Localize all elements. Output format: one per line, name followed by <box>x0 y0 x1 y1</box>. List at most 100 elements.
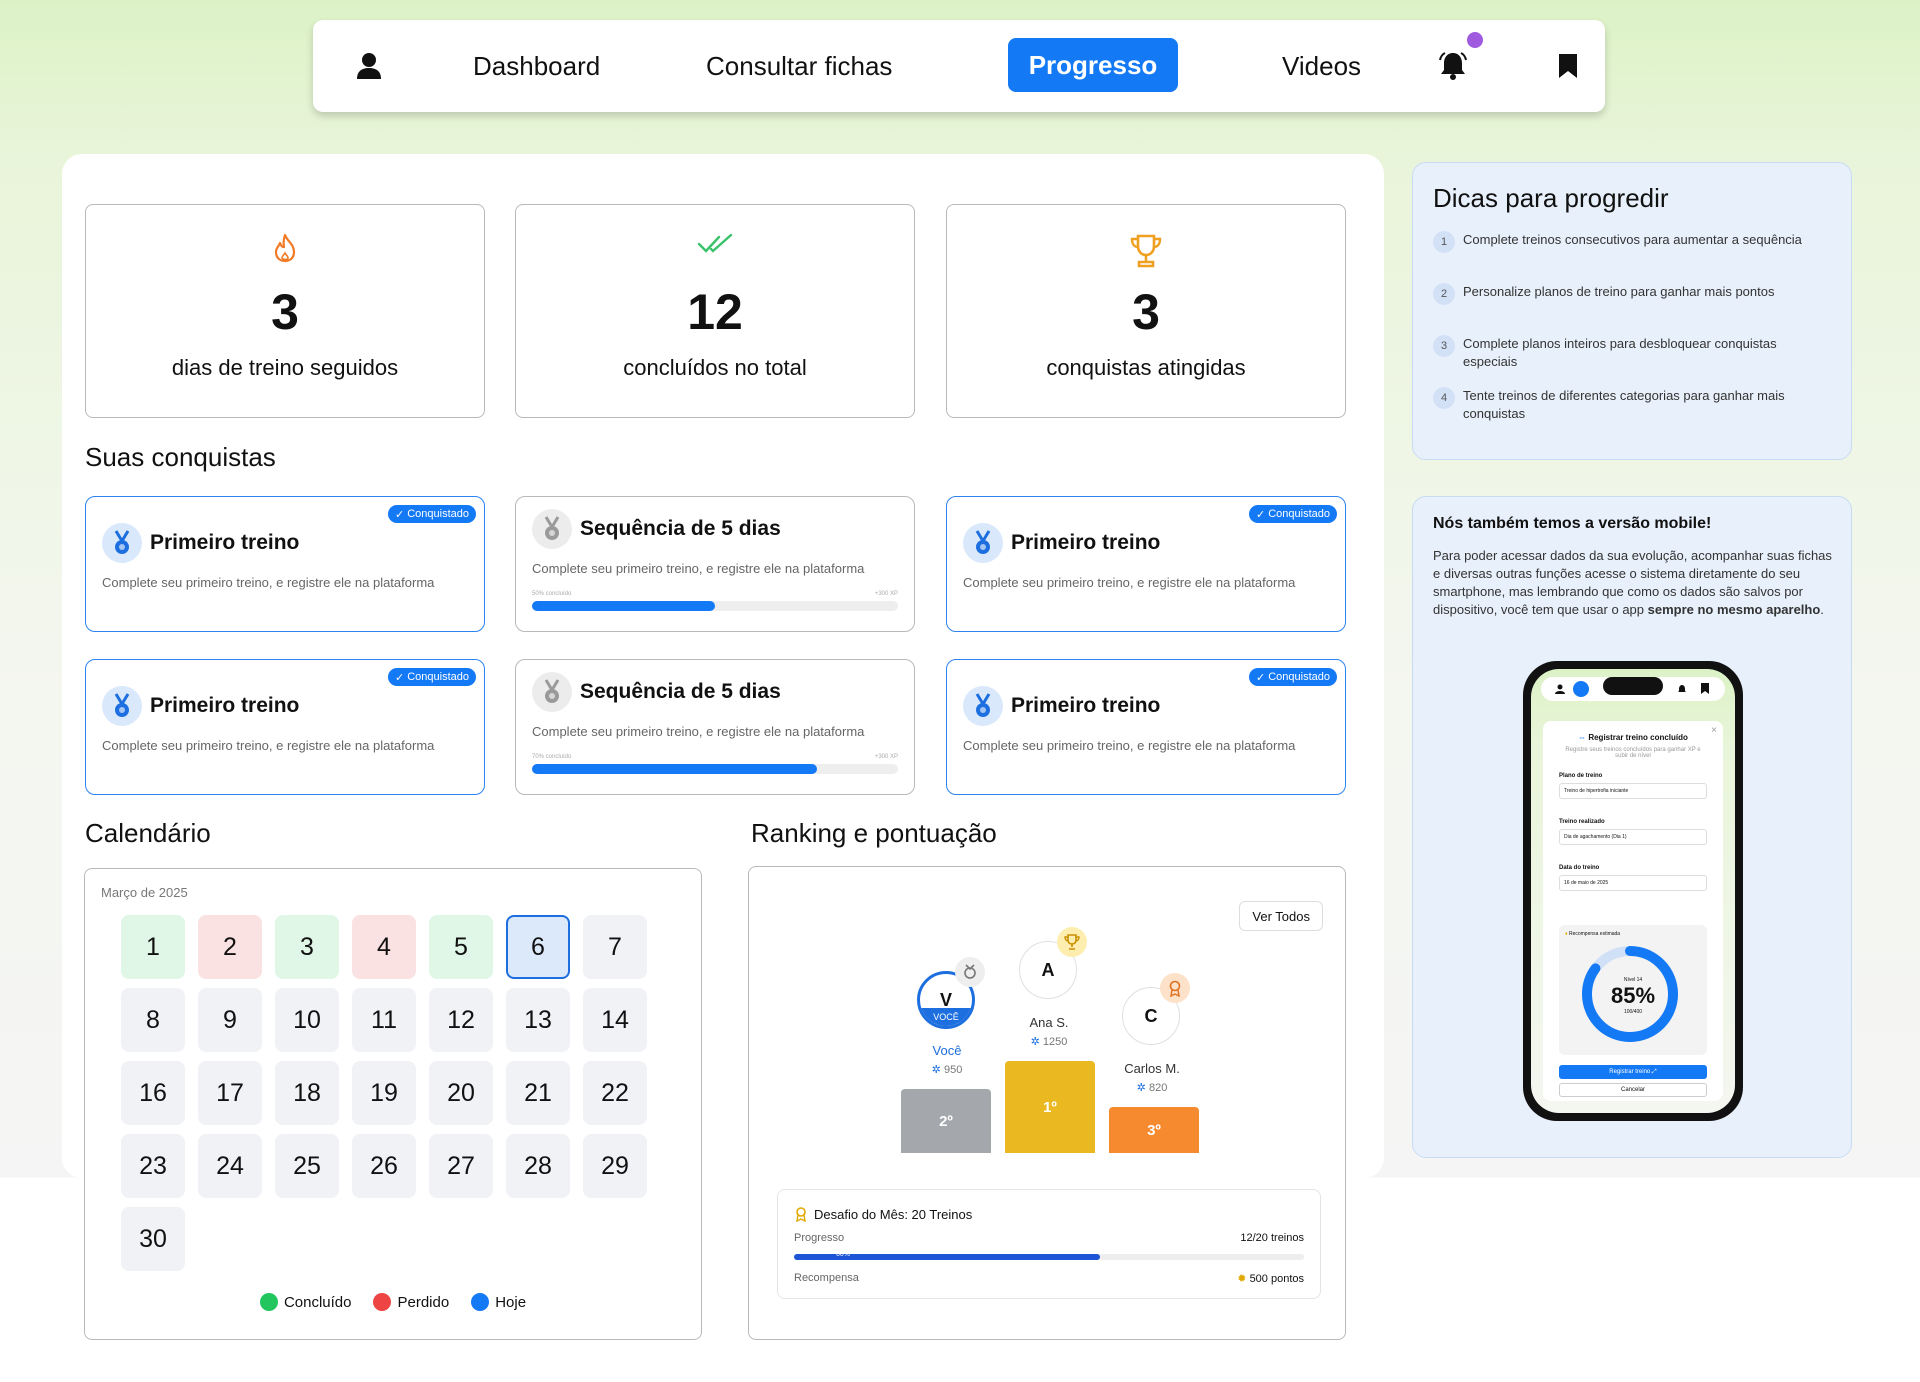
medal-icon <box>963 686 1003 726</box>
bookmark-icon <box>1559 54 1577 78</box>
legend-item-done: Concluído <box>259 1293 352 1311</box>
notifications-button[interactable] <box>1433 20 1483 112</box>
podium-first: 1º <box>1005 1061 1095 1153</box>
achievement-desc: Complete seu primeiro treino, e registre… <box>963 738 1296 753</box>
calendar-day[interactable]: 19 <box>352 1061 416 1125</box>
achievement-card[interactable]: Primeiro treino Complete seu primeiro tre… <box>946 659 1346 795</box>
user-icon <box>357 53 381 79</box>
calendar-title: Calendário <box>85 818 211 848</box>
tip-item: 2 Personalize planos de treino para ganha… <box>1433 283 1833 305</box>
nav-progresso[interactable]: Progresso <box>1008 38 1178 92</box>
calendar-day[interactable]: 27 <box>429 1134 493 1198</box>
achievement-title: Primeiro treino <box>1011 531 1161 554</box>
stat-label: concluídos no total <box>623 355 807 380</box>
achievements-title: Suas conquistas <box>85 442 276 472</box>
calendar-day[interactable]: 16 <box>121 1061 185 1125</box>
legend-dot <box>259 1293 278 1311</box>
calendar-day[interactable]: 29 <box>583 1134 647 1198</box>
silver-medal-icon <box>955 957 985 987</box>
calendar-day[interactable]: 28 <box>506 1134 570 1198</box>
medal-icon <box>102 686 142 726</box>
top-nav: Dashboard Consultar fichas Progresso Vid… <box>313 20 1605 112</box>
avatar-initial: C <box>1144 1005 1158 1026</box>
legend-label: Hoje <box>495 1293 527 1311</box>
stat-total: 12 concluídos no total <box>515 204 915 418</box>
challenge-progress-row: Progresso 12/20 treinos <box>794 1232 1304 1244</box>
tip-item: 4 Tente treinos de diferentes categorias … <box>1433 387 1833 423</box>
medal-icon <box>532 672 572 712</box>
legend-dot <box>471 1293 490 1311</box>
legend-label: Perdido <box>397 1293 450 1311</box>
calendar-day[interactable]: 26 <box>352 1134 416 1198</box>
nav-videos[interactable]: Videos <box>1282 20 1361 112</box>
calendar-day[interactable]: 23 <box>121 1134 185 1198</box>
see-all-button[interactable]: Ver Todos <box>1239 901 1323 931</box>
stat-achievements: 3 conquistas atingidas <box>946 204 1346 418</box>
medal-icon <box>102 523 142 563</box>
phone-mockup: × ⇔ Registrar treino concluído Registre … <box>1523 661 1743 1121</box>
legend-dot <box>373 1293 392 1311</box>
trophy-icon <box>1130 234 1162 268</box>
medal-icon <box>963 523 1003 563</box>
bookmarks-button[interactable] <box>1548 20 1588 112</box>
you-tag: VOCÊ <box>920 1008 972 1026</box>
calendar-day[interactable]: 22 <box>583 1061 647 1125</box>
calendar-day[interactable]: 25 <box>275 1134 339 1198</box>
podium-third: 3º <box>1109 1107 1199 1153</box>
calendar-day[interactable]: 2 <box>198 915 262 979</box>
achieved-badge: ✓ Conquistado <box>388 668 476 686</box>
calendar-day[interactable]: 8 <box>121 988 185 1052</box>
achievement-progress-bar <box>532 601 898 611</box>
calendar-day[interactable]: 1 <box>121 915 185 979</box>
ranking-card: Ver Todos V VOCÊ Você ✲ 950 A Ana S. ✲ 1… <box>748 866 1346 1340</box>
calendar-day[interactable]: 4 <box>352 915 416 979</box>
bell-icon <box>1439 52 1467 80</box>
achievement-card[interactable]: Sequência de 5 dias Complete seu primeiro… <box>515 659 915 795</box>
calendar-day[interactable]: 14 <box>583 988 647 1052</box>
tip-item: 3 Complete planos inteiros para desbloque… <box>1433 335 1833 371</box>
player-name: Você <box>932 1043 962 1058</box>
achievement-desc: Complete seu primeiro treino, e registre… <box>102 575 435 590</box>
calendar-legend: Concluído Perdido Hoje <box>85 1293 701 1311</box>
achievement-card[interactable]: Primeiro treino Complete seu primeiro tre… <box>85 659 485 795</box>
phone-submit-button[interactable]: Registrar treino ⤢ <box>1559 1065 1707 1079</box>
calendar-day[interactable]: 21 <box>506 1061 570 1125</box>
calendar-day[interactable]: 9 <box>198 988 262 1052</box>
calendar-day[interactable]: 24 <box>198 1134 262 1198</box>
gold-trophy-icon <box>1057 927 1087 957</box>
nav-consultar-fichas[interactable]: Consultar fichas <box>706 20 892 112</box>
calendar-day[interactable]: 11 <box>352 988 416 1052</box>
achievement-progress-bar <box>532 764 898 774</box>
calendar: Março de 2025 1 2 3 4 5 6 7 8 9 10 11 12 13 14 16 17 18 1… <box>84 868 702 1340</box>
phone-cancel-button[interactable]: Cancelar <box>1559 1083 1707 1097</box>
calendar-day[interactable]: 17 <box>198 1061 262 1125</box>
calendar-day[interactable]: 5 <box>429 915 493 979</box>
nav-dashboard[interactable]: Dashboard <box>473 20 600 112</box>
stat-label: conquistas atingidas <box>1046 355 1246 380</box>
achievement-desc: Complete seu primeiro treino, e registre… <box>532 561 865 576</box>
calendar-day[interactable]: 10 <box>275 988 339 1052</box>
calendar-day[interactable]: 3 <box>275 915 339 979</box>
bronze-award-icon <box>1160 973 1190 1003</box>
achievement-card[interactable]: Sequência de 5 dias Complete seu primeiro… <box>515 496 915 632</box>
calendar-day[interactable]: 12 <box>429 988 493 1052</box>
player-points: ✲ 950 <box>931 1064 963 1076</box>
calendar-day[interactable]: 30 <box>121 1207 185 1271</box>
calendar-day[interactable]: 20 <box>429 1061 493 1125</box>
calendar-day[interactable]: 7 <box>583 915 647 979</box>
progress-meta: 50% concluído +300 XP <box>532 591 898 597</box>
avatar-initial: A <box>1041 959 1055 980</box>
legend-label: Concluído <box>283 1293 352 1311</box>
user-profile-button[interactable] <box>347 20 391 112</box>
calendar-day[interactable]: 6 <box>506 915 570 979</box>
stat-value: 3 <box>1132 284 1160 340</box>
calendar-day[interactable]: 13 <box>506 988 570 1052</box>
tip-item: 1 Complete treinos consecutivos para aume… <box>1433 231 1833 253</box>
achievement-card[interactable]: Primeiro treino Complete seu primeiro tre… <box>85 496 485 632</box>
stat-label: dias de treino seguidos <box>171 355 399 380</box>
mobile-promo-panel: Nós também temos a versão mobile! Para p… <box>1412 496 1852 1158</box>
player-points: ✲ 1250 <box>1030 1036 1068 1048</box>
player-name: Ana S. <box>1029 1015 1069 1030</box>
calendar-day[interactable]: 18 <box>275 1061 339 1125</box>
achievement-card[interactable]: Primeiro treino Complete seu primeiro tre… <box>946 496 1346 632</box>
